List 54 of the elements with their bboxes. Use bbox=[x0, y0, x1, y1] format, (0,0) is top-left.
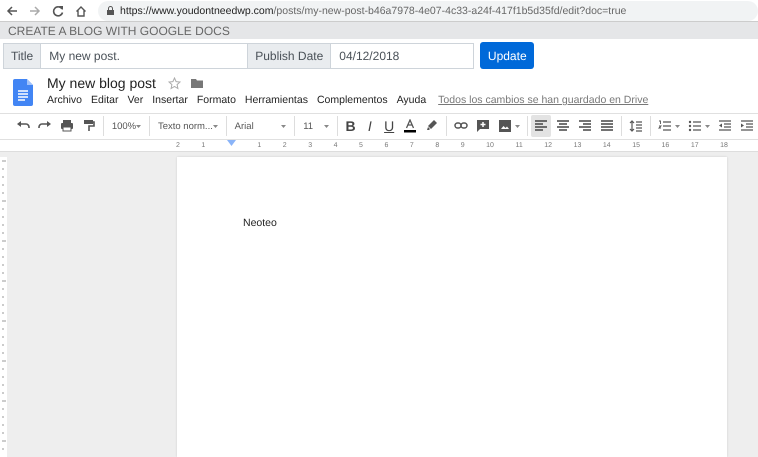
title-label: Title bbox=[3, 42, 42, 69]
save-status-link[interactable]: Todos los cambios se han guardado en Drive bbox=[438, 94, 648, 106]
document-icon[interactable] bbox=[13, 79, 33, 106]
align-left-icon[interactable] bbox=[534, 119, 548, 134]
menu-item[interactable]: Ver bbox=[127, 94, 144, 106]
menu-item[interactable]: Ayuda bbox=[396, 94, 426, 106]
back-icon[interactable] bbox=[6, 4, 18, 17]
add-comment-icon[interactable] bbox=[476, 119, 490, 134]
title-input[interactable]: My new post. bbox=[41, 42, 248, 69]
folder-icon[interactable] bbox=[190, 78, 203, 88]
reload-icon[interactable] bbox=[52, 4, 64, 17]
menu-item[interactable]: Herramientas bbox=[244, 94, 308, 106]
publish-date-label: Publish Date bbox=[247, 42, 332, 69]
dropdown-button[interactable]: Texto norm... bbox=[152, 115, 223, 138]
caret-icon bbox=[324, 124, 330, 128]
caret-icon bbox=[281, 124, 286, 128]
bold-button[interactable]: B bbox=[342, 115, 360, 138]
numbered-list-icon[interactable] bbox=[658, 119, 672, 134]
justify-icon[interactable] bbox=[600, 119, 614, 134]
menu-item[interactable]: Formato bbox=[196, 94, 236, 106]
caret-icon bbox=[212, 124, 218, 128]
update-button[interactable]: Update bbox=[480, 42, 534, 70]
increase-indent-icon[interactable] bbox=[740, 119, 754, 134]
menu-item[interactable]: Archivo bbox=[47, 94, 82, 106]
caret-icon bbox=[136, 124, 142, 128]
menu-item[interactable]: Insertar bbox=[152, 94, 188, 106]
body-text: Neoteo bbox=[243, 216, 278, 229]
caret-icon[interactable] bbox=[514, 124, 520, 128]
date-input[interactable]: 04/12/2018 bbox=[331, 42, 474, 69]
address-bar[interactable]: https://www.youdontneedwp.com/posts/my-new-post-b46a7978-4e07-4c33-a24f-417f1b5d35fd/edit?doc=true bbox=[98, 0, 758, 21]
document-title[interactable]: My new blog post bbox=[47, 75, 156, 92]
menu-item[interactable]: Complementos bbox=[316, 94, 388, 106]
line-spacing-icon[interactable] bbox=[629, 119, 644, 134]
align-right-icon[interactable] bbox=[578, 119, 592, 134]
italic-button[interactable]: I bbox=[361, 115, 378, 138]
caret-icon[interactable] bbox=[705, 124, 710, 128]
underline-button[interactable]: U bbox=[380, 115, 398, 138]
star-icon[interactable] bbox=[168, 76, 181, 90]
lock-icon bbox=[107, 6, 114, 16]
dropdown-button[interactable]: Arial bbox=[230, 115, 292, 138]
printer-icon[interactable] bbox=[60, 119, 74, 134]
align-center-icon[interactable] bbox=[556, 119, 570, 134]
text-color-icon[interactable] bbox=[402, 119, 417, 134]
image-icon[interactable] bbox=[498, 119, 512, 134]
decrease-indent-icon[interactable] bbox=[718, 119, 732, 134]
dropdown-button[interactable]: 11 bbox=[298, 115, 334, 138]
caret-icon[interactable] bbox=[675, 124, 680, 128]
paint-roller-icon[interactable] bbox=[82, 119, 96, 134]
indent-marker-icon[interactable] bbox=[226, 140, 236, 146]
bulleted-list-icon[interactable] bbox=[688, 119, 702, 134]
dropdown-button[interactable]: 100% bbox=[106, 115, 146, 138]
app-title: CREATE A BLOG WITH GOOGLE DOCS bbox=[8, 24, 230, 38]
home-icon[interactable] bbox=[75, 4, 87, 17]
menu-item[interactable]: Editar bbox=[91, 94, 118, 106]
